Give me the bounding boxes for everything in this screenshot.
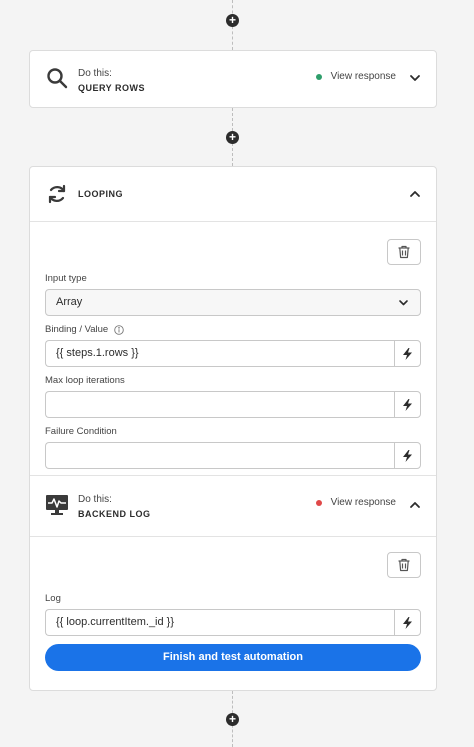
monitor-pulse-icon xyxy=(45,493,69,517)
delete-step-button[interactable] xyxy=(387,552,421,578)
status-dot-error xyxy=(315,499,322,506)
failure-condition-field xyxy=(45,442,421,469)
step-prefix: Do this: xyxy=(78,494,112,505)
loop-icon xyxy=(45,182,69,206)
lightning-icon xyxy=(403,616,412,629)
step-title: LOOPING xyxy=(78,189,124,199)
log-field: {{ loop.currentItem._id }} xyxy=(45,609,421,636)
step-card-query-rows: Do this: QUERY ROWS View response xyxy=(29,50,437,108)
view-response-link[interactable]: View response xyxy=(315,497,396,508)
log-input[interactable]: {{ loop.currentItem._id }} xyxy=(45,609,394,636)
step-title: BACKEND LOG xyxy=(78,509,151,519)
info-icon[interactable] xyxy=(114,325,124,335)
chevron-up-icon[interactable] xyxy=(408,498,422,512)
max-loop-iterations-label: Max loop iterations xyxy=(45,375,125,386)
lightning-icon xyxy=(403,449,412,462)
max-loop-iterations-field xyxy=(45,391,421,418)
search-icon xyxy=(45,66,69,90)
finish-and-test-button[interactable]: Finish and test automation xyxy=(45,644,421,671)
chevron-up-icon[interactable] xyxy=(408,187,422,201)
add-step-button-middle[interactable]: + xyxy=(226,131,239,144)
log-label: Log xyxy=(45,593,61,604)
binding-value-field: {{ steps.1.rows }} xyxy=(45,340,421,367)
bindings-button[interactable] xyxy=(394,340,421,367)
input-type-select[interactable]: Array xyxy=(45,289,421,316)
chevron-down-icon xyxy=(397,296,410,309)
failure-condition-input[interactable] xyxy=(45,442,394,469)
bindings-button[interactable] xyxy=(394,442,421,469)
looping-settings: Input type Array Binding / Value {{ step… xyxy=(30,222,436,475)
step-header-query-rows[interactable]: Do this: QUERY ROWS View response xyxy=(30,51,436,109)
backend-log-settings: Log {{ loop.currentItem._id }} Finish an… xyxy=(30,537,436,671)
add-step-button-top[interactable]: + xyxy=(226,14,239,27)
lightning-icon xyxy=(403,347,412,360)
delete-step-button[interactable] xyxy=(387,239,421,265)
step-title: QUERY ROWS xyxy=(78,83,146,93)
view-response-label: View response xyxy=(330,71,396,82)
binding-value-input[interactable]: {{ steps.1.rows }} xyxy=(45,340,394,367)
binding-value-label: Binding / Value xyxy=(45,324,421,336)
status-dot-success xyxy=(315,73,322,80)
failure-condition-label: Failure Condition xyxy=(45,426,117,437)
add-step-button-bottom[interactable]: + xyxy=(226,713,239,726)
trash-icon xyxy=(398,245,410,259)
step-header-looping[interactable]: LOOPING xyxy=(30,167,436,221)
step-header-backend-log[interactable]: Do this: BACKEND LOG View response xyxy=(30,476,436,536)
trash-icon xyxy=(398,558,410,572)
bindings-button[interactable] xyxy=(394,391,421,418)
step-card-looping: LOOPING Input type Array Binding / Value… xyxy=(29,166,437,691)
view-response-link[interactable]: View response xyxy=(315,71,396,82)
bindings-button[interactable] xyxy=(394,609,421,636)
chevron-down-icon[interactable] xyxy=(408,71,422,85)
max-loop-iterations-input[interactable] xyxy=(45,391,394,418)
view-response-label: View response xyxy=(330,497,396,508)
step-prefix: Do this: xyxy=(78,68,112,79)
input-type-value: Array xyxy=(56,296,83,308)
binding-value-label-text: Binding / Value xyxy=(45,324,109,335)
lightning-icon xyxy=(403,398,412,411)
input-type-label: Input type xyxy=(45,273,87,284)
